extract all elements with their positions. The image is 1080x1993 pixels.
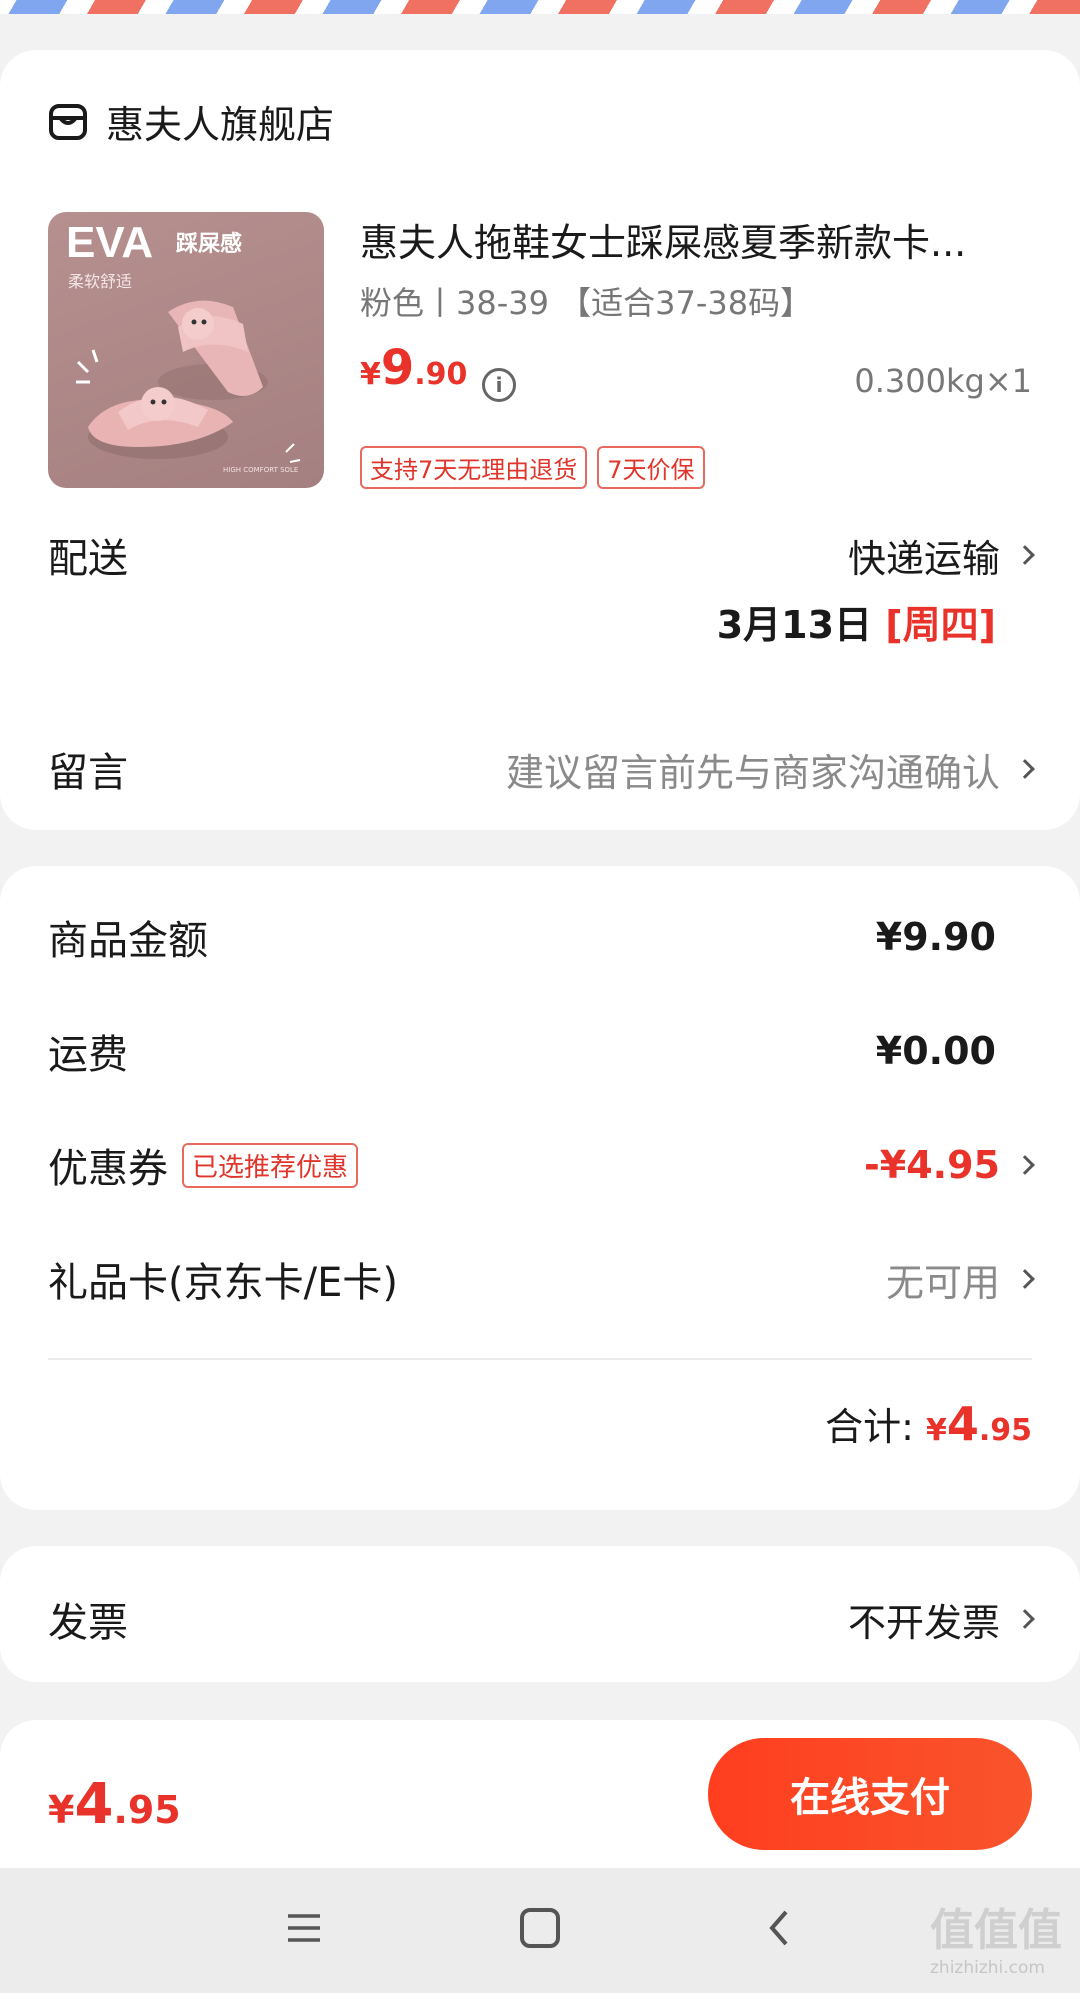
- delivery-label: 配送: [48, 536, 128, 582]
- shipping-label: 运费: [48, 1032, 128, 1078]
- coupon-row[interactable]: 优惠券 已选推荐优惠 -¥4.95: [48, 1136, 1035, 1194]
- message-label: 留言: [48, 750, 128, 796]
- giftcard-row[interactable]: 礼品卡(京东卡/E卡) 无可用: [48, 1250, 1035, 1308]
- tag-return: 支持7天无理由退货: [360, 446, 588, 489]
- product-spec[interactable]: 粉色丨38-39 【适合37-38码】: [360, 278, 812, 324]
- footer-int: 4: [74, 1772, 114, 1837]
- watermark-url: zhizhizhi.com: [930, 1958, 1045, 1978]
- delivery-method: 快递运输: [847, 536, 1000, 581]
- order-card: 惠夫人旗舰店 EVA 踩屎感 柔软舒适 HIGH COMFORT SOLE 惠夫…: [0, 50, 1080, 830]
- store-header[interactable]: 惠夫人旗舰店: [48, 94, 334, 149]
- menu-icon[interactable]: [286, 1910, 322, 1946]
- chevron-right-icon: [1015, 1269, 1035, 1289]
- goods-amount-label: 商品金额: [48, 918, 208, 964]
- giftcard-label: 礼品卡(京东卡/E卡): [48, 1260, 398, 1306]
- product-price: ¥ 9 .90: [360, 340, 467, 396]
- back-icon[interactable]: [760, 1908, 800, 1948]
- price-symbol: ¥: [360, 357, 381, 392]
- shipping-value: ¥0.00: [875, 1029, 996, 1073]
- chevron-right-icon: [1015, 759, 1035, 779]
- chevron-right-icon: [1015, 1609, 1035, 1629]
- store-name: 惠夫人旗舰店: [106, 103, 335, 147]
- delivery-row[interactable]: 配送 快递运输: [48, 526, 1035, 584]
- pay-bar: ¥ 4 .95 在线支付: [0, 1720, 1080, 1868]
- message-row[interactable]: 留言 建议留言前先与商家沟通确认: [48, 740, 1035, 798]
- footer-symbol: ¥: [48, 1788, 75, 1832]
- footer-dec: .95: [113, 1788, 181, 1832]
- product-title[interactable]: 惠夫人拖鞋女士踩屎感夏季新款卡...: [360, 212, 966, 267]
- tag-price-protect: 7天价保: [597, 446, 705, 489]
- store-icon: [48, 102, 88, 142]
- delivery-date-line: 3月13日 [周四]: [717, 594, 996, 649]
- watermark-logo: 值值值: [930, 1905, 1062, 1956]
- coupon-value: -¥4.95: [864, 1143, 1000, 1187]
- price-int: 9: [380, 340, 415, 396]
- home-icon[interactable]: [520, 1908, 560, 1948]
- pay-button[interactable]: 在线支付: [708, 1738, 1032, 1850]
- total-int: 4: [946, 1397, 979, 1451]
- product-tags: 支持7天无理由退货 7天价保: [360, 446, 705, 489]
- divider: [48, 1358, 1032, 1360]
- invoice-value: 不开发票: [847, 1600, 1000, 1645]
- total-line: 合计: ¥ 4 .95: [825, 1396, 1032, 1451]
- total-symbol: ¥: [925, 1413, 947, 1448]
- image-small-text: HIGH COMFORT SOLE: [223, 466, 299, 474]
- invoice-card[interactable]: 发票 不开发票: [0, 1546, 1080, 1682]
- product-image[interactable]: EVA 踩屎感 柔软舒适 HIGH COMFORT SOLE: [48, 212, 324, 488]
- chevron-right-icon: [1015, 1155, 1035, 1175]
- system-nav-bar: 值值值 zhizhizhi.com: [0, 1868, 1080, 1993]
- delivery-weekday: [周四]: [885, 603, 996, 647]
- footer-total: ¥ 4 .95: [48, 1772, 181, 1837]
- giftcard-value: 无可用: [885, 1260, 1000, 1305]
- message-input[interactable]: 建议留言前先与商家沟通确认: [506, 742, 1000, 797]
- slipper-illustration: [76, 300, 301, 463]
- weight-qty: 0.300kg×1: [854, 362, 1032, 400]
- total-label: 合计:: [825, 1405, 914, 1449]
- goods-amount-value: ¥9.90: [875, 915, 996, 959]
- delivery-date: 3月13日: [716, 603, 873, 647]
- price-info-icon[interactable]: i: [482, 368, 516, 402]
- goods-amount-row: 商品金额 ¥9.90: [48, 908, 1032, 966]
- coupon-tag: 已选推荐优惠: [182, 1142, 359, 1188]
- chevron-right-icon: [1015, 545, 1035, 565]
- summary-card: 商品金额 ¥9.90 运费 ¥0.00 优惠券 已选推荐优惠 -¥4.95 礼品…: [0, 866, 1080, 1510]
- invoice-row[interactable]: 发票 不开发票: [48, 1590, 1035, 1648]
- invoice-label: 发票: [48, 1600, 128, 1646]
- total-dec: .95: [978, 1413, 1032, 1448]
- shipping-row: 运费 ¥0.00: [48, 1022, 1032, 1080]
- coupon-label: 优惠券: [48, 1146, 168, 1192]
- envelope-stripe: [0, 0, 1080, 14]
- price-dec: .90: [414, 357, 468, 392]
